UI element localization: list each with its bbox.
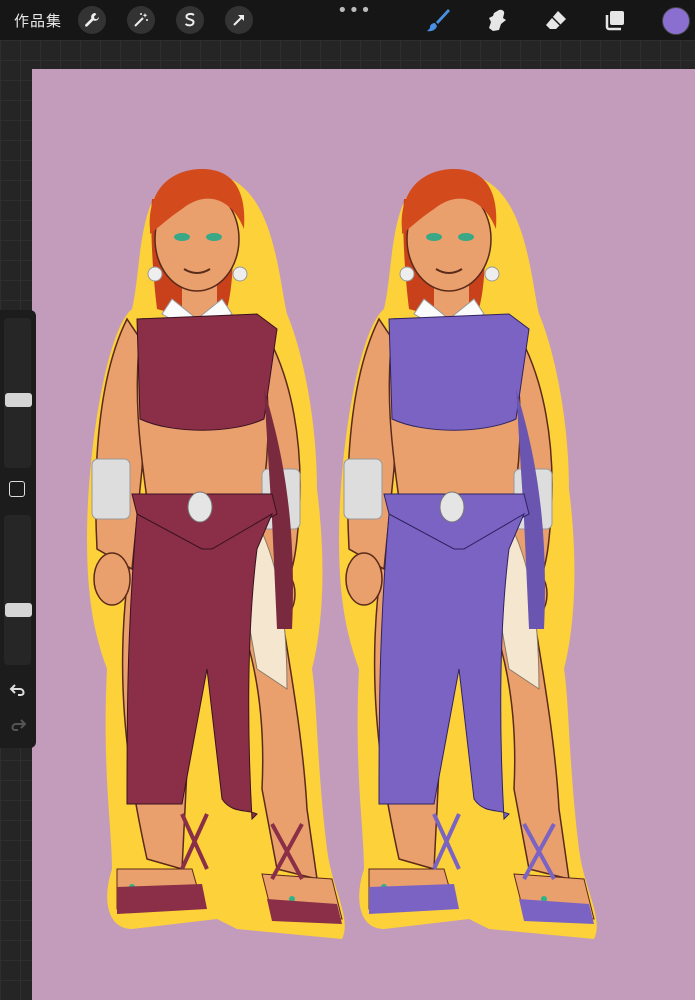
smudge-tool-button[interactable] xyxy=(482,5,512,35)
layers-button[interactable] xyxy=(600,5,630,35)
adjustments-button[interactable] xyxy=(127,6,155,34)
top-toolbar: 作品集 ••• xyxy=(0,0,695,40)
redo-icon xyxy=(11,719,27,731)
maroon-outfit-figure xyxy=(87,168,345,939)
selection-s-icon xyxy=(184,12,195,27)
magic-wand-icon xyxy=(134,13,148,27)
drawing-canvas[interactable] xyxy=(32,69,695,1000)
opacity-slider[interactable] xyxy=(4,515,31,665)
opacity-slider-handle[interactable] xyxy=(5,603,32,618)
modify-button[interactable] xyxy=(9,481,25,497)
gallery-button[interactable]: 作品集 xyxy=(14,10,62,31)
selection-button[interactable] xyxy=(176,6,204,34)
wrench-icon xyxy=(85,13,99,27)
color-picker-button[interactable] xyxy=(662,7,690,35)
more-menu-button[interactable]: ••• xyxy=(337,0,372,21)
eraser-icon xyxy=(546,11,566,29)
brush-sidebar xyxy=(0,310,36,748)
layers-icon xyxy=(605,11,624,31)
transform-arrow-icon xyxy=(233,15,244,26)
eraser-tool-button[interactable] xyxy=(541,5,571,35)
undo-button[interactable] xyxy=(8,680,28,700)
artwork xyxy=(87,168,597,939)
actions-button[interactable] xyxy=(78,6,106,34)
brush-size-slider-handle[interactable] xyxy=(5,392,32,407)
undo-icon xyxy=(9,684,25,696)
paint-tool-button[interactable] xyxy=(423,5,453,35)
transform-button[interactable] xyxy=(225,6,253,34)
brush-icon xyxy=(427,9,450,32)
purple-outfit-figure xyxy=(339,168,597,939)
smudge-icon xyxy=(489,9,506,31)
redo-button[interactable] xyxy=(8,715,28,735)
